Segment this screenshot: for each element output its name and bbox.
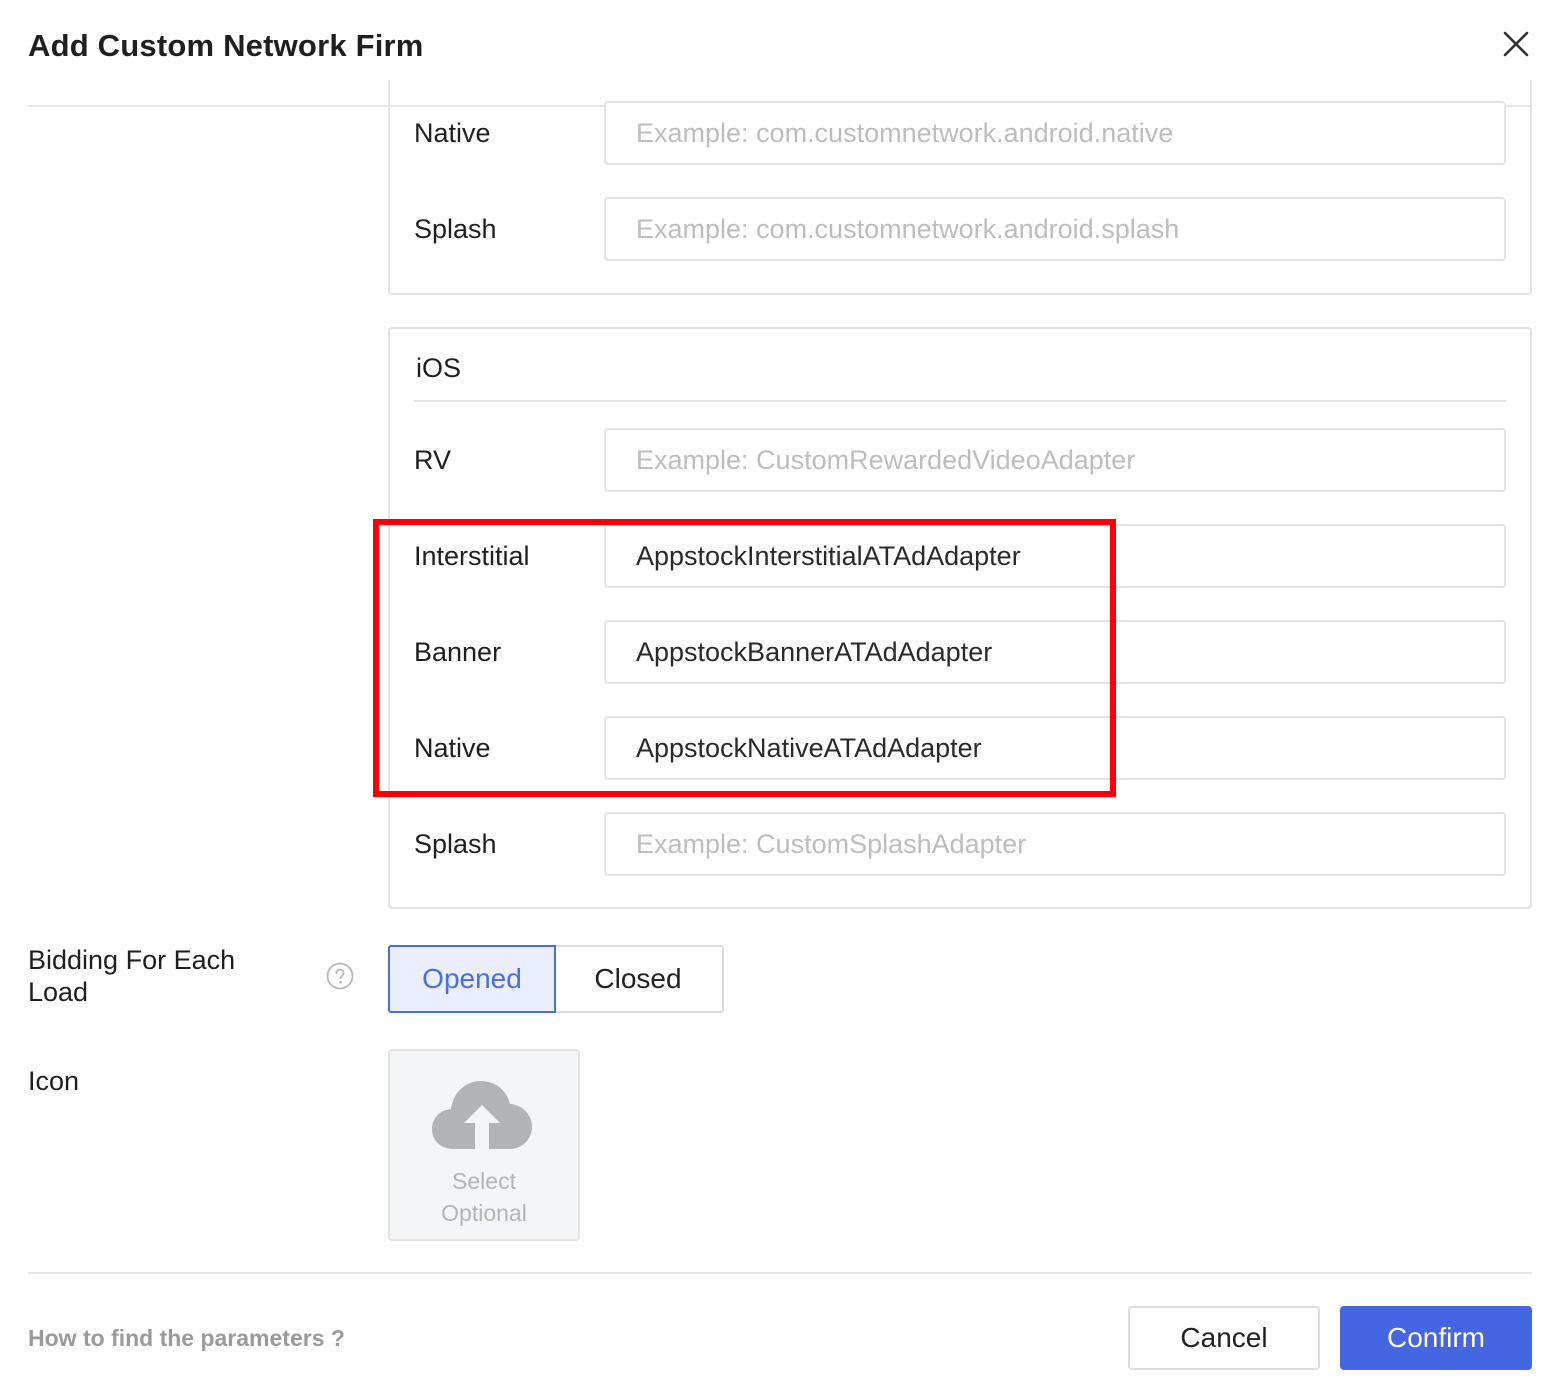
dialog-title: Add Custom Network Firm [28, 28, 424, 63]
question-circle-icon [326, 962, 354, 990]
close-button[interactable] [1498, 26, 1534, 62]
help-link[interactable]: How to find the parameters ? [28, 1325, 345, 1352]
bidding-closed-button[interactable]: Closed [554, 945, 724, 1013]
ios-panel: iOS RV Interstitial Banner Native Splash [388, 327, 1532, 909]
android-splash-label: Splash [414, 214, 497, 244]
ios-title: iOS [416, 353, 462, 383]
android-native-label: Native [414, 118, 491, 148]
confirm-button[interactable]: Confirm [1340, 1306, 1532, 1370]
ios-native-label: Native [414, 733, 491, 763]
bidding-opened-button[interactable]: Opened [388, 945, 556, 1013]
upload-select-text: Select [452, 1168, 516, 1194]
icon-label: Icon [28, 1066, 80, 1096]
ios-splash-input[interactable] [604, 812, 1506, 876]
ios-splash-label: Splash [414, 829, 497, 859]
close-icon [1503, 31, 1529, 57]
android-splash-input[interactable] [604, 197, 1506, 261]
ios-interstitial-label: Interstitial [414, 541, 530, 571]
cloud-upload-icon [430, 1075, 534, 1153]
ios-interstitial-input[interactable] [604, 524, 1506, 588]
ios-rv-label: RV [414, 445, 452, 475]
bidding-label: Bidding For Each Load [28, 945, 236, 1007]
footer-divider [28, 1272, 1532, 1274]
ios-divider [414, 400, 1506, 402]
android-panel: Native Splash [388, 80, 1532, 295]
ios-banner-input[interactable] [604, 620, 1506, 684]
cancel-button[interactable]: Cancel [1128, 1306, 1320, 1370]
ios-rv-input[interactable] [604, 428, 1506, 492]
upload-optional-text: Optional [441, 1200, 527, 1226]
help-icon[interactable] [326, 962, 354, 990]
ios-banner-label: Banner [414, 637, 502, 667]
icon-upload-box[interactable]: Select Optional [388, 1049, 580, 1241]
android-native-input[interactable] [604, 101, 1506, 165]
ios-native-input[interactable] [604, 716, 1506, 780]
